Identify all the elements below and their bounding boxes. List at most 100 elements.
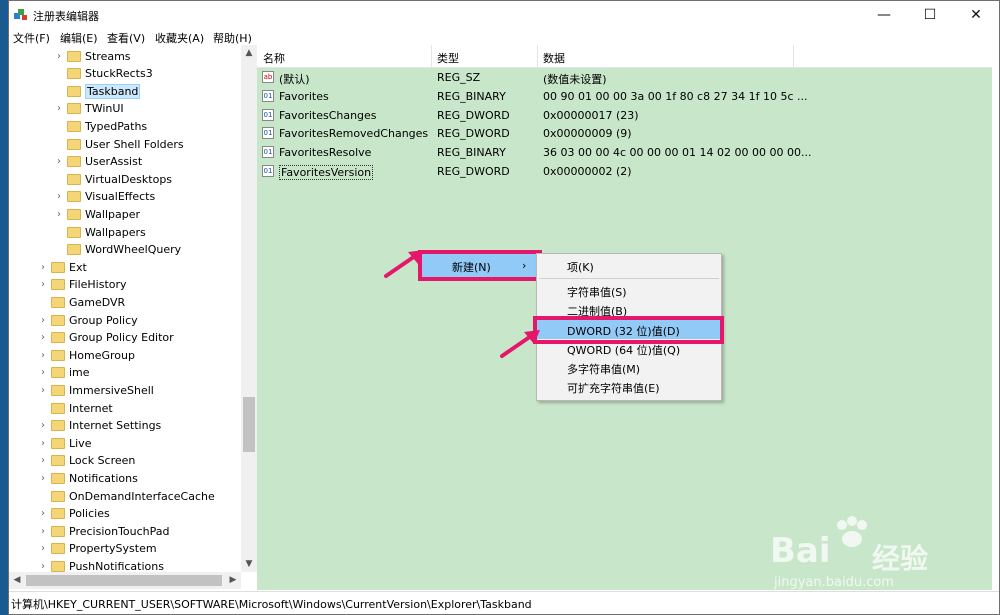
tree-item[interactable]: › HomeGroup [38,346,135,364]
value-row[interactable]: 01 FavoritesRemovedChanges REG_DWORD 0x0000… [257,125,992,143]
tree-item[interactable]: GameDVR [38,293,125,311]
value-name: FavoritesResolve [279,146,372,160]
column-divider[interactable] [793,45,794,68]
tree-item[interactable]: › PrecisionTouchPad [38,522,170,540]
tree-vertical-scrollbar[interactable]: ▲ ▼ [241,45,257,572]
tree-item[interactable]: › ImmersiveShell [38,381,154,399]
value-row[interactable]: 01 FavoritesResolve REG_BINARY 36 03 00 00 … [257,144,992,162]
folder-icon [51,314,65,326]
submenu-item-key[interactable]: 项(K) [537,256,721,275]
chevron-right-icon[interactable]: › [38,385,48,396]
tree-item-label: VirtualDesktops [85,172,173,186]
chevron-right-icon[interactable]: › [54,103,64,114]
folder-icon [67,226,81,238]
tree-horizontal-scrollbar[interactable]: ◀ ▶ [9,572,241,589]
tree-item[interactable]: › Notifications [38,469,138,487]
chevron-right-icon[interactable]: › [38,526,48,537]
chevron-right-icon[interactable]: › [54,191,64,202]
minimize-button[interactable]: — [861,1,907,29]
tree-scroll-thumb[interactable] [243,397,255,452]
baidu-watermark: Bai 经验 jingyan.baidu.com [770,515,990,595]
tree-item[interactable]: Wallpapers [54,223,146,241]
value-row[interactable]: ab (默认) REG_SZ (数值未设置) [257,69,992,87]
tree-item[interactable]: › Lock Screen [38,452,135,470]
tree-item[interactable]: › Policies [38,505,110,523]
tree-item-label: TypedPaths [85,119,148,133]
value-data: 0x00000017 (23) [543,108,639,122]
scroll-left-icon[interactable]: ◀ [9,572,25,588]
chevron-right-icon[interactable]: › [38,543,48,554]
tree-item[interactable]: Taskband [54,82,141,100]
chevron-right-icon[interactable]: › [38,508,48,519]
scroll-up-icon[interactable]: ▲ [241,45,257,61]
baidu-paw-icon [837,516,867,547]
tree-hscroll-thumb[interactable] [26,575,222,586]
tree-item[interactable]: › Group Policy Editor [38,329,174,347]
tree-item[interactable]: › Streams [54,47,131,65]
chevron-right-icon[interactable]: › [38,315,48,326]
tree-item[interactable]: › VisualEffects [54,188,155,206]
chevron-right-icon[interactable]: › [54,51,64,62]
menu-file[interactable]: 文件(F) [13,30,50,46]
tree-item[interactable]: › Internet Settings [38,417,161,435]
chevron-right-icon[interactable]: › [38,420,48,431]
tree-item[interactable]: User Shell Folders [54,135,184,153]
folder-icon [51,437,65,449]
tree-item[interactable]: OnDemandInterfaceCache [38,487,215,505]
chevron-right-icon[interactable]: › [38,473,48,484]
folder-icon [67,120,81,132]
tree-item[interactable]: › PropertySystem [38,540,157,558]
maximize-button[interactable]: ☐ [907,1,953,29]
chevron-right-icon[interactable]: › [38,279,48,290]
tree-item[interactable]: › UserAssist [54,153,142,171]
folder-icon [67,208,81,220]
chevron-right-icon[interactable]: › [38,367,48,378]
scroll-down-icon[interactable]: ▼ [241,556,257,572]
chevron-right-icon[interactable]: › [38,561,48,572]
tree-item-label: Ext [69,260,87,274]
chevron-right-icon[interactable]: › [38,438,48,449]
value-row[interactable]: 01 Favorites REG_BINARY 00 90 01 00 00 3a 0… [257,88,992,106]
submenu-item-string[interactable]: 字符串值(S) [537,281,721,300]
watermark-brand: Bai [770,531,831,571]
tree-item[interactable]: VirtualDesktops [54,170,172,188]
menu-edit[interactable]: 编辑(E) [60,30,98,46]
menu-favorites[interactable]: 收藏夹(A) [155,30,204,46]
tree-item[interactable]: Internet [38,399,113,417]
folder-icon [67,244,81,256]
submenu-item-expandstring[interactable]: 可扩充字符串值(E) [537,377,721,396]
close-button[interactable]: ✕ [953,1,999,29]
tree-item[interactable]: › Live [38,434,91,452]
chevron-right-icon[interactable]: › [38,332,48,343]
chevron-right-icon[interactable]: › [38,262,48,273]
menu-help[interactable]: 帮助(H) [213,30,252,46]
submenu-item-multistring[interactable]: 多字符串值(M) [537,358,721,377]
value-row[interactable]: 01 FavoritesVersion REG_DWORD 0x00000002 (2… [257,163,992,181]
tree-item[interactable]: StuckRects3 [54,65,153,83]
column-name[interactable]: 名称 [263,50,285,66]
tree-item[interactable]: › Ext [38,258,87,276]
scroll-right-icon[interactable]: ▶ [225,572,241,588]
tree-item[interactable]: › Wallpaper [54,205,140,223]
column-data[interactable]: 数据 [543,50,565,66]
key-tree[interactable]: › Streams StuckRects3 Taskband › TWinUI TypedP… [9,45,258,590]
tree-item[interactable]: WordWheelQuery [54,241,181,259]
tree-item[interactable]: › FileHistory [38,276,127,294]
folder-icon [51,402,65,414]
chevron-right-icon[interactable]: › [38,350,48,361]
value-row[interactable]: 01 FavoritesChanges REG_DWORD 0x00000017 (2… [257,107,992,125]
title-bar: 注册表编辑器 — ☐ ✕ [9,1,999,29]
column-divider[interactable] [431,45,432,68]
menu-view[interactable]: 查看(V) [107,30,145,46]
tree-item[interactable]: › Group Policy [38,311,138,329]
chevron-right-icon[interactable]: › [54,209,64,220]
column-divider[interactable] [537,45,538,68]
folder-icon [51,525,65,537]
tree-item[interactable]: › ime [38,364,90,382]
tree-item[interactable]: › TWinUI [54,100,124,118]
tree-item-label: Group Policy Editor [69,331,174,345]
column-type[interactable]: 类型 [437,50,459,66]
chevron-right-icon[interactable]: › [54,156,64,167]
chevron-right-icon[interactable]: › [38,455,48,466]
tree-item[interactable]: TypedPaths [54,117,147,135]
